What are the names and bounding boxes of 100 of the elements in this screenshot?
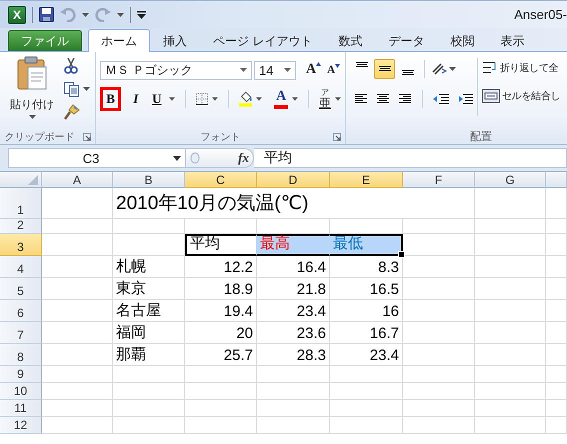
increase-indent-icon[interactable] [457,93,473,105]
borders-icon[interactable] [196,92,208,106]
table-cell: 那覇 [113,344,185,366]
bold-button[interactable]: B [100,87,122,111]
row-header[interactable]: 11 [0,400,42,417]
caret-icon[interactable] [117,12,124,16]
empty-cell [546,400,567,417]
ribbon-tab[interactable]: ホーム [88,29,150,52]
align-bottom-icon [402,70,414,76]
caret-icon[interactable] [83,87,90,91]
name-box[interactable]: C3 [8,148,186,168]
row-header[interactable]: 7 [0,322,42,344]
column-header[interactable]: D [257,172,330,188]
empty-cell [403,366,475,383]
underline-button[interactable]: U [148,89,166,109]
empty-cell [546,417,567,434]
phonetic-button[interactable]: ア 亜 [319,89,332,109]
caret-icon[interactable] [240,68,247,72]
align-middle-button[interactable] [374,59,395,79]
group-label: フォント [200,130,240,144]
align-left-icon[interactable] [354,93,368,105]
caret-icon[interactable] [212,97,218,101]
ribbon-tab[interactable]: データ [375,30,438,52]
merge-cells-button[interactable]: セルを結合し [482,86,560,106]
dialog-launcher-icon[interactable] [83,133,91,141]
fill-color-icon[interactable] [238,90,252,108]
row-header[interactable]: 6 [0,300,42,322]
table-cell: 16.5 [330,278,403,300]
row-header[interactable]: 1 [0,188,42,219]
app-logo: X [8,6,26,24]
file-tab[interactable]: ファイル [8,30,82,51]
formula-field[interactable]: 平均 [254,148,567,168]
empty-cell [113,383,185,400]
caret-icon[interactable] [82,12,89,16]
caret-icon[interactable] [292,97,298,101]
scissors-icon[interactable] [64,58,78,74]
empty-cell [403,278,475,300]
caret-icon[interactable] [173,156,181,160]
column-header[interactable]: C [185,172,257,188]
row-header[interactable]: 2 [0,219,42,234]
empty-cell [475,366,546,383]
ribbon-tab[interactable]: 数式 [325,30,376,52]
ribbon-tab[interactable]: 校閲 [437,30,488,52]
insert-function-button[interactable]: fx [238,150,249,166]
empty-cell [113,400,185,417]
grow-font-button[interactable]: A [306,62,322,78]
align-right-icon[interactable] [398,93,412,105]
empty-cell [546,366,567,383]
table-cell: 札幌 [113,256,185,278]
expand-handle-icon[interactable] [190,152,200,164]
font-color-button[interactable]: A [274,90,288,108]
save-icon[interactable] [39,7,54,22]
font-size-field[interactable]: 14 [254,60,296,80]
column-header[interactable]: G [475,172,546,188]
brush-icon[interactable] [64,104,80,120]
caret-icon[interactable] [256,97,262,101]
copy-icon[interactable] [64,82,80,96]
column-header[interactable]: B [113,172,185,188]
dialog-launcher-icon[interactable] [333,133,341,141]
table-cell: 19.4 [185,300,257,322]
column-header[interactable]: F [403,172,475,188]
caret-icon[interactable] [169,97,176,101]
fill-handle[interactable] [398,251,405,258]
table-cell: 23.4 [330,344,403,366]
column-header[interactable]: A [42,172,113,188]
caret-icon[interactable] [28,115,36,119]
row-header[interactable]: 10 [0,383,42,400]
empty-cell [546,383,567,400]
table-cell: 16.4 [257,256,330,278]
ribbon-tab[interactable]: ページ レイアウト [200,30,326,52]
window-title: Anser05- [514,7,567,22]
caret-icon[interactable] [449,67,456,71]
empty-cell [546,322,567,344]
table-cell: 東京 [113,278,185,300]
text-orientation-icon[interactable] [431,62,447,76]
shrink-font-button[interactable]: A [327,64,340,76]
row-header[interactable]: 8 [0,344,42,366]
ribbon-tab[interactable]: 表示 [487,30,538,52]
font-name-field[interactable]: ＭＳ Ｐゴシック [100,60,252,80]
decrease-indent-icon[interactable] [433,93,449,105]
sheet-title-cell: 2010年10月の気温(℃) [113,188,403,219]
align-center-icon[interactable] [376,93,390,105]
wrap-text-button[interactable]: 折り返して全 [482,58,560,78]
ribbon-tab[interactable]: 挿入 [150,30,200,52]
empty-cell [546,234,567,256]
italic-button[interactable]: I [127,89,144,109]
row-header[interactable]: 4 [0,256,42,278]
paste-button[interactable]: 貼り付け [10,56,54,129]
caret-icon[interactable] [284,68,291,72]
empty-cell [546,219,567,234]
row-header[interactable]: 3 [0,234,42,256]
row-header[interactable]: 5 [0,278,42,300]
row-header[interactable]: 12 [0,417,42,434]
empty-cell [403,417,475,434]
empty-cell [546,278,567,300]
caret-icon[interactable] [335,97,341,101]
customize-icon[interactable] [137,10,146,18]
empty-cell [475,417,546,434]
column-header[interactable]: E [330,172,403,188]
row-header[interactable]: 9 [0,366,42,383]
